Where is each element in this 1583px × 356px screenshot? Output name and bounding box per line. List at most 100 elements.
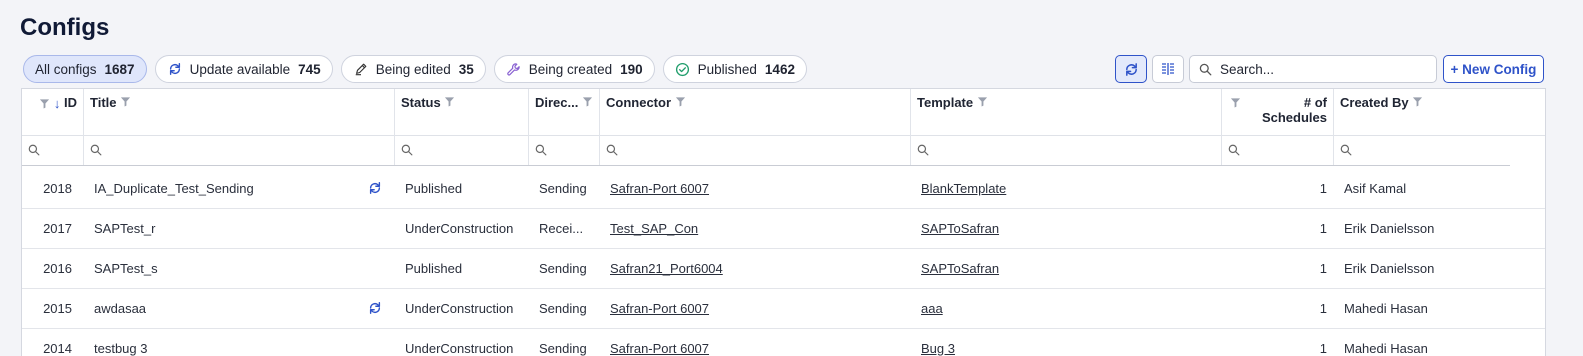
cell-status: Published [405, 180, 463, 196]
cell-direction: Recei... [539, 220, 584, 236]
cell-schedules: 1 [1319, 260, 1327, 276]
filter-icon[interactable] [1230, 97, 1241, 108]
column-header-schedules[interactable]: # of Schedules [1222, 89, 1334, 135]
table-row[interactable]: 2018 IA_Duplicate_Test_Sending Published… [22, 168, 1545, 209]
column-header-title[interactable]: Title [84, 89, 395, 135]
chip-being-created[interactable]: Being created 190 [493, 55, 655, 83]
cell-created-by: Mahedi Hasan [1344, 340, 1428, 356]
column-header-status[interactable]: Status [395, 89, 529, 135]
cell-created-by: Erik Danielsson [1344, 220, 1435, 236]
filter-icon[interactable] [1412, 96, 1423, 107]
page-title: Configs [20, 14, 110, 41]
column-label: Title [90, 95, 117, 110]
columns-button[interactable] [1152, 55, 1184, 83]
filter-input-template[interactable] [911, 135, 1222, 165]
cell-id: 2016 [43, 260, 72, 276]
filter-input-schedules[interactable] [1222, 135, 1334, 165]
cell-direction: Sending [539, 300, 587, 316]
cell-status: UnderConstruction [405, 300, 514, 316]
column-header-id[interactable]: ↓ ID [22, 89, 84, 135]
table-row[interactable]: 2017 SAPTest_r UnderConstruction Recei..… [22, 208, 1545, 249]
filter-input-id[interactable] [22, 135, 84, 165]
cell-template-link[interactable]: aaa [921, 288, 943, 328]
cell-connector-link[interactable]: Safran-Port 6007 [610, 168, 709, 208]
update-available-icon[interactable] [368, 288, 382, 328]
column-label: Created By [1340, 95, 1409, 110]
chip-count: 35 [458, 61, 474, 77]
column-header-created-by[interactable]: Created By [1334, 89, 1545, 135]
filter-input-created-by[interactable] [1334, 135, 1510, 165]
chip-being-edited[interactable]: Being edited 35 [340, 55, 486, 83]
column-header-template[interactable]: Template [911, 89, 1222, 135]
sync-icon [167, 61, 183, 77]
filter-icon[interactable] [977, 96, 988, 107]
wrench-icon [506, 61, 522, 77]
chip-label: All configs [35, 61, 97, 77]
cell-schedules: 1 [1319, 300, 1327, 316]
cell-status: UnderConstruction [405, 340, 514, 356]
filter-icon[interactable] [444, 96, 455, 107]
filter-input-connector[interactable] [600, 135, 911, 165]
cell-template-link[interactable]: SAPToSafran [921, 208, 999, 248]
cell-created-by: Mahedi Hasan [1344, 300, 1428, 316]
chip-label: Published [697, 61, 757, 77]
cell-template-link[interactable]: SAPToSafran [921, 248, 999, 288]
search-icon [1228, 144, 1240, 156]
chip-all-configs[interactable]: All configs 1687 [23, 55, 147, 83]
cell-created-by: Asif Kamal [1344, 180, 1407, 196]
cell-schedules: 1 [1319, 340, 1327, 356]
cell-connector-link[interactable]: Safran-Port 6007 [610, 288, 709, 328]
column-header-direction[interactable]: Direc... [529, 89, 600, 135]
cell-id: 2014 [43, 340, 72, 356]
search-icon [1340, 144, 1352, 156]
column-label-line1: # of [1303, 95, 1327, 110]
filter-icon[interactable] [120, 96, 131, 107]
table-row[interactable]: 2016 SAPTest_s Published Sending Safran2… [22, 248, 1545, 289]
filter-input-direction[interactable] [529, 135, 600, 165]
search-icon [917, 144, 929, 156]
column-label: Status [401, 95, 441, 110]
filter-icon[interactable] [675, 96, 686, 107]
update-available-icon[interactable] [368, 168, 382, 208]
chip-update-available[interactable]: Update available 745 [154, 55, 333, 83]
cell-direction: Sending [539, 180, 587, 196]
filter-input-status[interactable] [395, 135, 529, 165]
search-box [1189, 55, 1437, 83]
chip-published[interactable]: Published 1462 [662, 55, 807, 83]
search-icon [28, 144, 40, 156]
column-label: Connector [606, 95, 671, 110]
pencil-icon [353, 61, 369, 77]
search-icon [401, 144, 413, 156]
chip-count: 190 [620, 61, 643, 77]
filter-icon[interactable] [39, 98, 50, 109]
filter-icon[interactable] [582, 96, 593, 107]
cell-direction: Sending [539, 260, 587, 276]
filter-chips: All configs 1687 Update available 745 Be… [23, 55, 807, 83]
sort-desc-icon[interactable]: ↓ [54, 96, 61, 111]
search-input[interactable] [1218, 60, 1422, 78]
refresh-button[interactable] [1115, 55, 1147, 83]
cell-title: SAPTest_s [94, 260, 158, 276]
filter-row [22, 135, 1510, 166]
columns-icon [1160, 61, 1176, 77]
chip-label: Update available [189, 61, 291, 77]
column-label-line2: Schedules [1261, 110, 1327, 125]
cell-connector-link[interactable]: Safran21_Port6004 [610, 248, 723, 288]
filter-input-title[interactable] [84, 135, 395, 165]
cell-direction: Sending [539, 340, 587, 356]
cell-connector-link[interactable]: Safran-Port 6007 [610, 328, 709, 356]
cell-title: IA_Duplicate_Test_Sending [94, 180, 254, 196]
table-row[interactable]: 2015 awdasaa UnderConstruction Sending S… [22, 288, 1545, 329]
cell-id: 2018 [43, 180, 72, 196]
table-row[interactable]: 2014 testbug 3 UnderConstruction Sending… [22, 328, 1545, 356]
cell-template-link[interactable]: Bug 3 [921, 328, 955, 356]
chip-count: 1687 [104, 61, 135, 77]
new-config-button[interactable]: + New Config [1443, 55, 1544, 83]
column-header-connector[interactable]: Connector [600, 89, 911, 135]
search-icon [90, 144, 102, 156]
cell-connector-link[interactable]: Test_SAP_Con [610, 208, 698, 248]
cell-id: 2017 [43, 220, 72, 236]
cell-template-link[interactable]: BlankTemplate [921, 168, 1006, 208]
column-label: Direc... [535, 95, 579, 110]
configs-table: ↓ ID Title Status Direc... Connector Tem… [21, 88, 1546, 356]
